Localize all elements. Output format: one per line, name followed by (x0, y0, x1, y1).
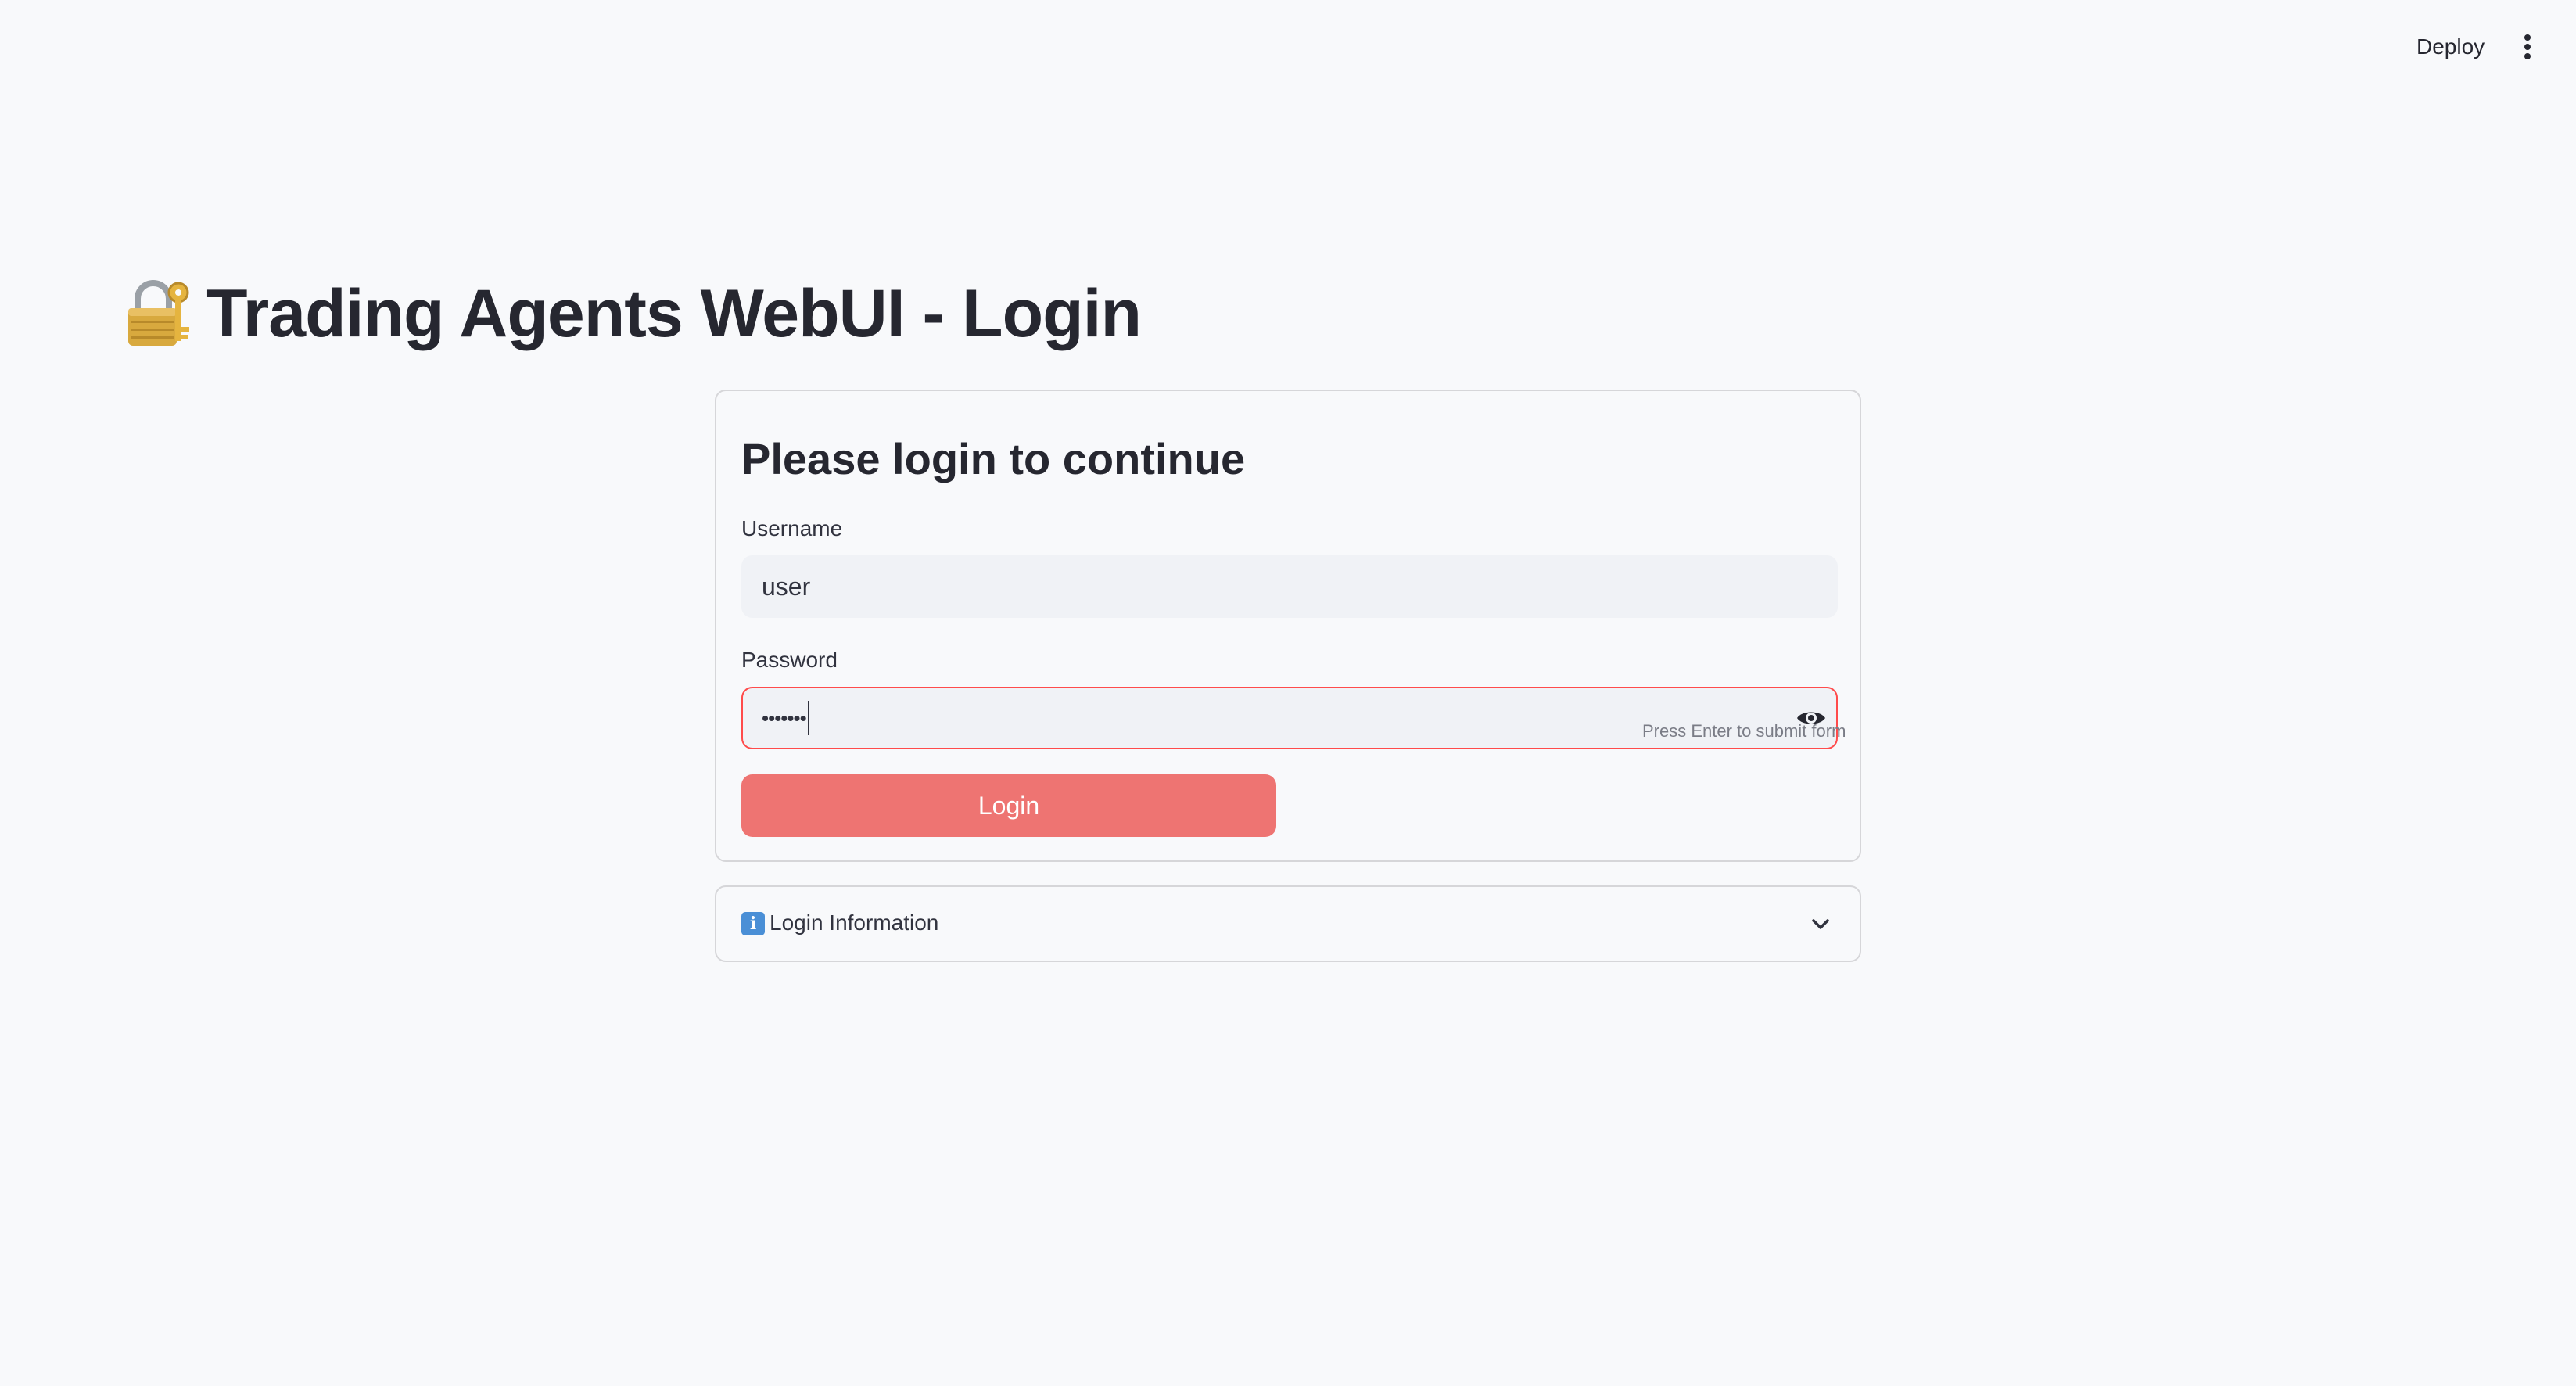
chevron-down-icon (1812, 919, 1829, 929)
kebab-menu-icon (2524, 34, 2531, 59)
password-input[interactable]: ••••••• Press Enter to submit form (741, 687, 1846, 749)
top-toolbar: Deploy (0, 0, 2576, 94)
expander-label: Login Information (770, 910, 939, 935)
page-title: Trading Agents WebUI - Login (124, 275, 1142, 353)
username-label: Username (741, 516, 843, 540)
login-information-expander[interactable]: i Login Information (715, 885, 1861, 962)
info-icon: i (741, 912, 765, 935)
password-label: Password (741, 648, 838, 672)
show-password-button[interactable] (1792, 704, 1830, 732)
password-masked-value: ••••••• (762, 706, 807, 730)
login-form: Please login to continue Username user P… (715, 390, 1861, 862)
login-button[interactable]: Login (741, 774, 1276, 837)
form-heading: Please login to continue (741, 434, 1246, 483)
deploy-button[interactable]: Deploy (2401, 27, 2500, 67)
text-caret (807, 701, 809, 735)
username-value: user (762, 572, 811, 601)
page-title-text: Trading Agents WebUI - Login (206, 276, 1142, 351)
eye-icon (1797, 712, 1825, 724)
main-menu-button[interactable] (2507, 27, 2548, 67)
username-input[interactable]: user (741, 555, 1838, 618)
lock-with-key-icon (128, 279, 189, 346)
